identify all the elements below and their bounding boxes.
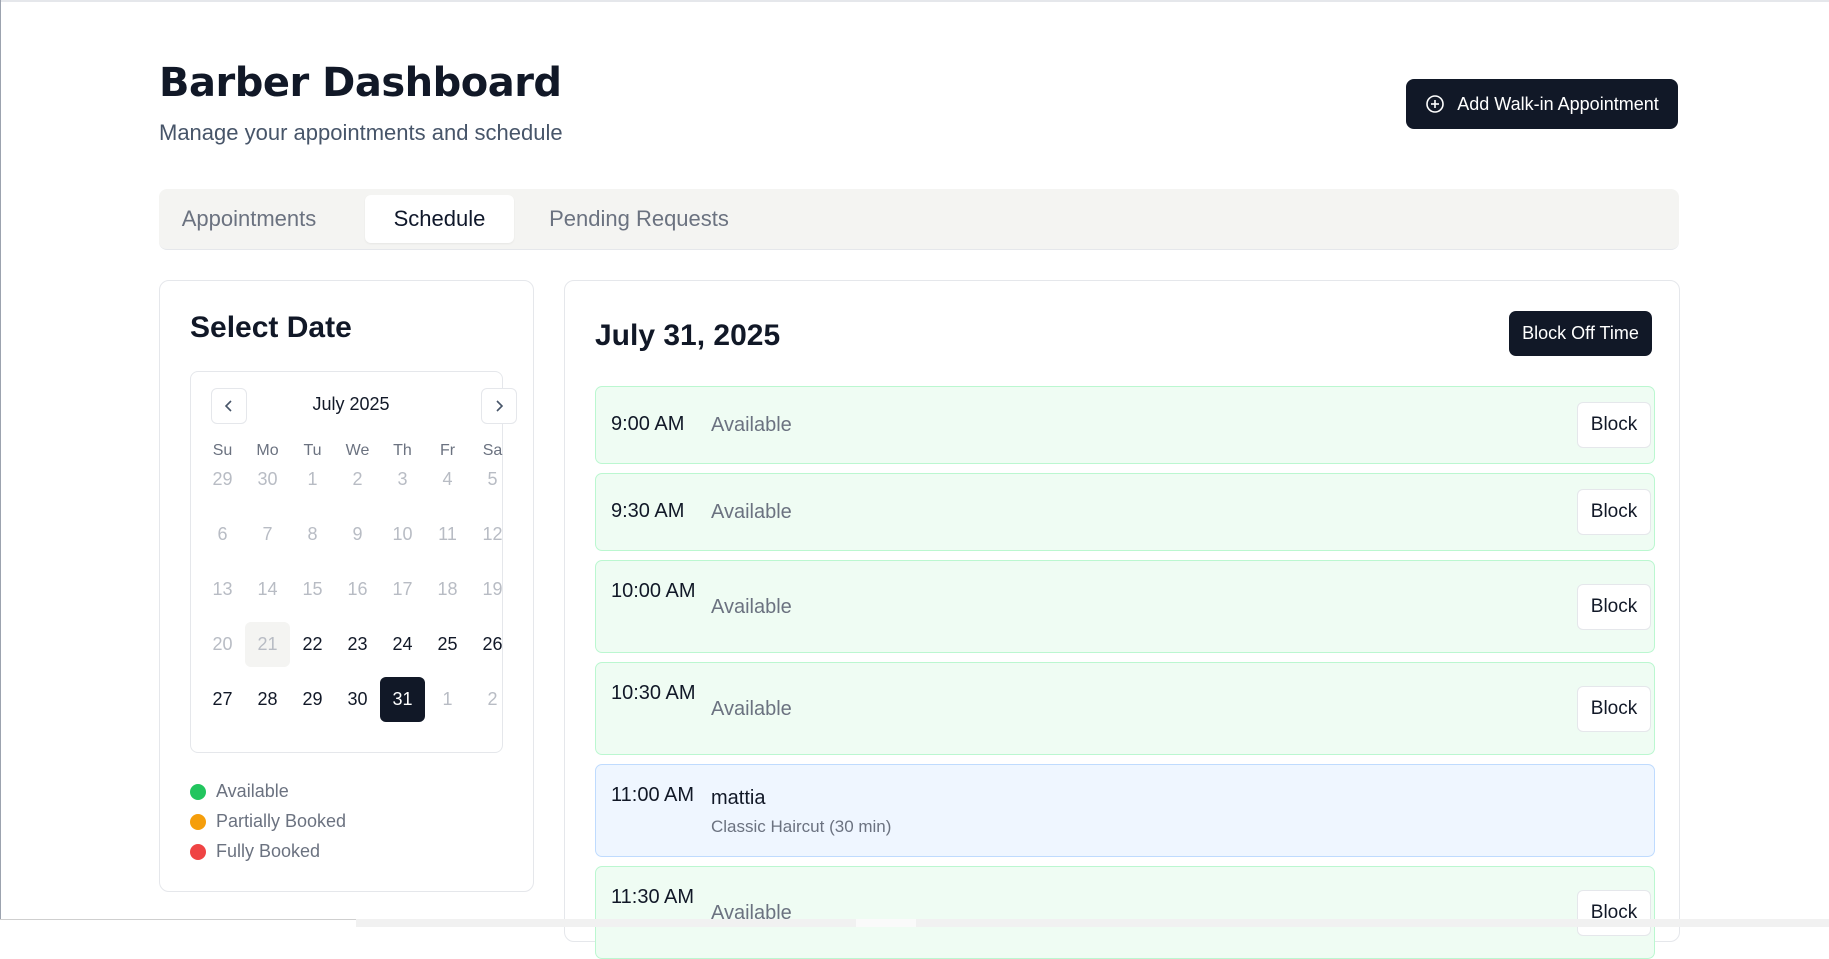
select-date-card: Select Date July 2025 Su Mo Tu We Th Fr Sa 29 3… (159, 280, 534, 892)
calendar-day[interactable]: 29 (200, 457, 245, 502)
add-walk-in-button[interactable]: Add Walk-in Appointment (1406, 79, 1678, 129)
calendar-day[interactable]: 2 (335, 457, 380, 502)
calendar-day[interactable]: 22 (290, 622, 335, 667)
block-slot-button[interactable]: Block (1577, 686, 1651, 732)
scrollbar-thumb[interactable] (856, 919, 916, 927)
calendar-day[interactable]: 11 (425, 512, 470, 557)
available-dot (190, 783, 206, 800)
calendar-day[interactable]: 1 (290, 457, 335, 502)
prev-month-button[interactable] (211, 388, 247, 424)
page-title: Barber Dashboard (159, 60, 562, 106)
slot-status: Available (711, 698, 792, 720)
calendar-day[interactable]: 19 (470, 567, 515, 612)
slot-time: 11:30 AM (611, 886, 695, 908)
block-slot-button[interactable]: Block (1577, 584, 1651, 630)
block-slot-button[interactable]: Block (1577, 489, 1651, 535)
slot-status: Available (711, 596, 792, 618)
tab-bar: Appointments Schedule Pending Requests (159, 189, 1679, 250)
chevron-left-icon (224, 400, 232, 412)
legend-label: Fully Booked (216, 841, 321, 861)
select-date-title: Select Date (190, 311, 352, 344)
block-off-time-button[interactable]: Block Off Time (1509, 311, 1652, 356)
calendar-day[interactable]: 1 (425, 677, 470, 722)
plus-circle-icon (1426, 95, 1445, 113)
calendar-day[interactable]: 21 (245, 622, 290, 667)
month-label: July 2025 (312, 394, 390, 414)
client-name: mattia (711, 787, 766, 809)
slot-time: 11:00 AM (611, 784, 695, 806)
tab-schedule[interactable]: Schedule (365, 195, 514, 243)
slot-status: Available (711, 414, 792, 436)
schedule-card: July 31, 2025 Block Off Time 9:00 AM Ava… (564, 280, 1680, 959)
time-slot[interactable]: 10:30 AM Available Block (595, 662, 1655, 755)
service-name: Classic Haircut (30 min) (711, 817, 892, 836)
legend-label: Available (216, 781, 289, 801)
calendar-day[interactable]: 30 (245, 457, 290, 502)
calendar-day[interactable]: 20 (200, 622, 245, 667)
block-slot-button[interactable]: Block (1577, 402, 1651, 448)
calendar-day[interactable]: 4 (425, 457, 470, 502)
horizontal-scrollbar[interactable] (0, 919, 1829, 928)
tab-pending-requests[interactable]: Pending Requests (534, 195, 744, 243)
left-edge (0, 0, 1, 920)
partially-booked-dot (190, 813, 206, 830)
chevron-right-icon (496, 400, 504, 412)
calendar-day[interactable]: 30 (335, 677, 380, 722)
calendar-day[interactable]: 16 (335, 567, 380, 612)
legend-fully-booked: Fully Booked (190, 841, 320, 862)
selected-day[interactable]: 31 (380, 677, 425, 722)
calendar-day[interactable]: 28 (245, 677, 290, 722)
legend-label: Partially Booked (216, 811, 347, 831)
calendar-day[interactable]: 8 (290, 512, 335, 557)
time-slot[interactable]: 11:30 AM Available Block (595, 866, 1655, 959)
calendar-day[interactable]: 25 (425, 622, 470, 667)
calendar-day[interactable]: 15 (290, 567, 335, 612)
legend-partially-booked: Partially Booked (190, 811, 346, 832)
fully-booked-dot (190, 843, 206, 860)
calendar-day[interactable]: 29 (290, 677, 335, 722)
calendar-day[interactable]: 2 (470, 677, 515, 722)
calendar-day[interactable]: 5 (470, 457, 515, 502)
slot-time: 9:00 AM (611, 413, 685, 435)
calendar-day[interactable]: 13 (200, 567, 245, 612)
slot-time: 10:30 AM (611, 682, 696, 704)
add-walk-in-label: Add Walk-in Appointment (1457, 93, 1659, 114)
slot-status: Available (711, 501, 792, 523)
time-slot[interactable]: 9:30 AM Available Block (595, 473, 1655, 551)
schedule-date: July 31, 2025 (595, 319, 781, 352)
slot-time: 10:00 AM (611, 580, 696, 602)
time-slot[interactable]: 9:00 AM Available Block (595, 386, 1655, 464)
next-month-button[interactable] (481, 388, 517, 424)
dashboard-page: Barber Dashboard Manage your appointment… (159, 0, 1680, 959)
calendar-day[interactable]: 12 (470, 512, 515, 557)
slot-time: 9:30 AM (611, 500, 685, 522)
calendar-day[interactable]: 27 (200, 677, 245, 722)
calendar-day[interactable]: 24 (380, 622, 425, 667)
calendar: July 2025 Su Mo Tu We Th Fr Sa 29 30 1 2 3 4 5 6 7 8 9 10… (190, 371, 517, 753)
calendar-day[interactable]: 18 (425, 567, 470, 612)
calendar-day[interactable]: 7 (245, 512, 290, 557)
calendar-day[interactable]: 9 (335, 512, 380, 557)
calendar-day[interactable]: 17 (380, 567, 425, 612)
calendar-day[interactable]: 14 (245, 567, 290, 612)
booked-slot[interactable]: 11:00 AM mattia Classic Haircut (30 min) (595, 764, 1655, 857)
calendar-day[interactable]: 26 (470, 622, 515, 667)
block-slot-button[interactable]: Block (1577, 890, 1651, 936)
calendar-day[interactable]: 23 (335, 622, 380, 667)
tab-appointments[interactable]: Appointments (165, 195, 333, 243)
calendar-day[interactable]: 6 (200, 512, 245, 557)
calendar-day[interactable]: 10 (380, 512, 425, 557)
page-subtitle: Manage your appointments and schedule (159, 120, 563, 145)
legend-available: Available (190, 781, 289, 802)
calendar-day[interactable]: 3 (380, 457, 425, 502)
time-slot[interactable]: 10:00 AM Available Block (595, 560, 1655, 653)
